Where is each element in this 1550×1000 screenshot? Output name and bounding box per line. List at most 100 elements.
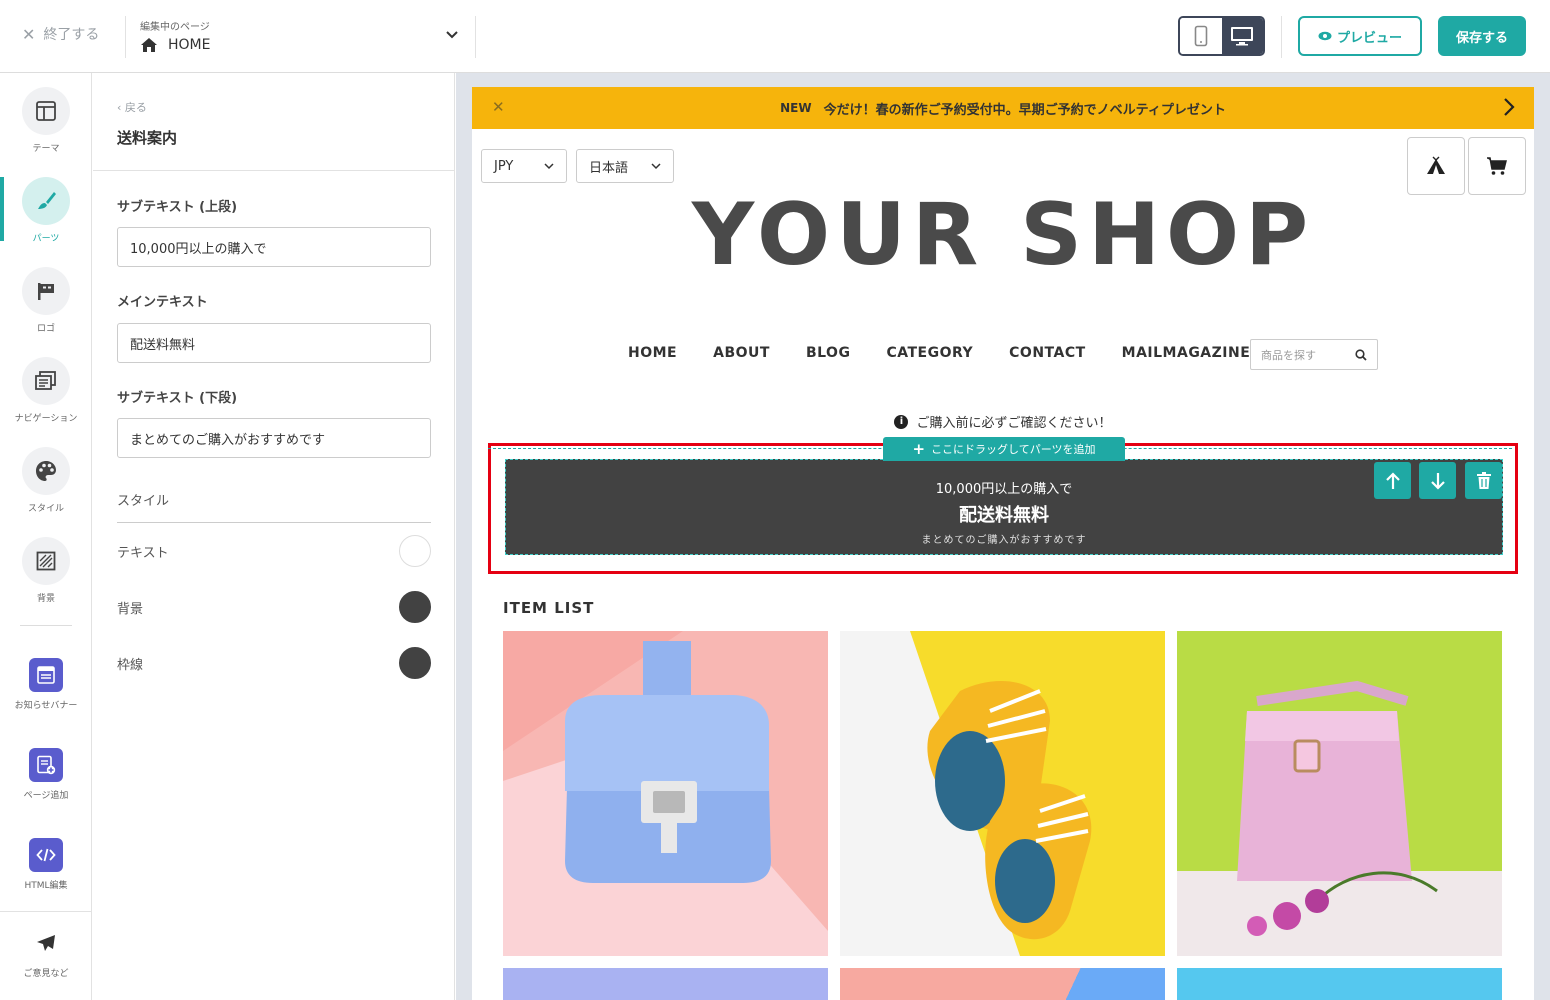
rail-item-label: ロゴ <box>36 324 55 334</box>
product-card-row2-2[interactable] <box>840 968 1165 1000</box>
chevron-down-icon <box>446 31 458 39</box>
shop-logo[interactable]: YOUR SHOP <box>472 185 1534 285</box>
rail-item-label: テーマ <box>32 144 60 154</box>
search-icon[interactable] <box>1355 348 1367 361</box>
nav-item-home[interactable]: HOME <box>628 345 677 361</box>
drop-zone-text: ここにドラッグしてパーツを追加 <box>931 443 1096 456</box>
close-icon[interactable]: ✕ <box>492 98 505 116</box>
rail-item-background[interactable]: 背景 <box>0 537 92 617</box>
rail-item-logo[interactable]: ロゴ <box>0 267 92 347</box>
notice-text: ご購入前に必ずご確認ください！ <box>916 416 1112 431</box>
nav-item-blog[interactable]: BLOG <box>806 345 851 361</box>
mobile-icon <box>1194 25 1208 47</box>
exit-button[interactable]: ✕ 終了する <box>22 24 99 44</box>
divider <box>1281 16 1282 58</box>
product-card-sneakers[interactable] <box>840 631 1165 956</box>
device-toggle <box>1178 16 1265 56</box>
text-color-swatch[interactable] <box>399 535 431 567</box>
mobile-view-button[interactable] <box>1180 18 1222 54</box>
nav-item-about[interactable]: ABOUT <box>713 345 770 361</box>
sub-text-top-input[interactable]: 10,000円以上の購入で <box>117 227 431 267</box>
close-icon: ✕ <box>22 24 36 44</box>
preview-canvas: ✕ NEW 今だけ！春の新作ご予約受付中。早期ご予約でノベルティプレゼント JP… <box>456 73 1550 1000</box>
rail-item-label: パーツ <box>32 234 60 244</box>
product-card-bag-blue[interactable] <box>503 631 828 956</box>
field-label-sub-top: サブテキスト (上段) <box>117 200 238 215</box>
feedback-label: ご意見など <box>23 969 69 979</box>
site-search-input[interactable]: 商品を探す <box>1250 339 1378 370</box>
product-card-bag-pink[interactable] <box>1177 631 1502 956</box>
rail-item-theme[interactable]: テーマ <box>0 87 92 167</box>
delete-button[interactable] <box>1465 462 1502 499</box>
preview-button[interactable]: プレビュー <box>1298 16 1422 56</box>
chevron-right-icon[interactable] <box>1502 96 1516 118</box>
rail-item-add-page[interactable]: ページ追加 <box>0 741 92 821</box>
rail-item-notice-banner[interactable]: お知らせバナー <box>0 651 92 731</box>
code-icon <box>36 848 56 862</box>
rail-item-style[interactable]: スタイル <box>0 447 92 527</box>
rail-item-label: スタイル <box>27 504 64 514</box>
rail-item-navigation[interactable]: ナビゲーション <box>0 357 92 437</box>
top-bar: ✕ 終了する 編集中のページ HOME プレビュー 保存する <box>0 0 1550 73</box>
color-label: テキスト <box>117 545 169 561</box>
currency-select[interactable]: JPY <box>481 149 567 183</box>
product-card-row2-3[interactable] <box>1177 968 1502 1000</box>
drop-zone-bar[interactable]: + ここにドラッグしてパーツを追加 <box>883 437 1125 461</box>
main-text-input[interactable]: 配送料無料 <box>117 323 431 363</box>
search-placeholder: 商品を探す <box>1261 348 1316 362</box>
cart-icon <box>1487 157 1507 175</box>
item-list-title: ITEM LIST <box>503 599 595 617</box>
left-rail: テーマ パーツ ロゴ ナビゲーション スタイル 背景 お知らせバナー ページ追加… <box>0 73 92 1000</box>
currency-value: JPY <box>494 158 514 174</box>
color-label: 背景 <box>117 601 144 617</box>
page-selector-value: HOME <box>168 37 211 53</box>
notice-line: i ご購入前に必ずご確認ください！ <box>472 412 1534 431</box>
nav-item-contact[interactable]: CONTACT <box>1009 345 1086 361</box>
divider <box>117 522 431 523</box>
add-page-icon <box>37 755 56 775</box>
pattern-icon <box>36 551 56 571</box>
shipping-sub-bottom: まとめてのご購入がおすすめです <box>921 535 1087 546</box>
plus-icon: + <box>912 440 926 458</box>
paper-plane-icon <box>37 935 55 951</box>
rail-item-html-edit[interactable]: HTML編集 <box>0 831 92 911</box>
nav-item-mailmagazine[interactable]: MAILMAGAZINE <box>1122 345 1251 361</box>
product-card-row2-1[interactable] <box>503 968 828 1000</box>
announcement-bar[interactable]: ✕ NEW 今だけ！春の新作ご予約受付中。早期ご予約でノベルティプレゼント <box>472 87 1534 129</box>
selected-section-frame[interactable]: 10,000円以上の購入で 配送料無料 まとめてのご購入がおすすめです <box>488 443 1518 574</box>
product-image-sneakers <box>840 631 1165 956</box>
divider <box>475 16 476 58</box>
move-up-button[interactable] <box>1374 462 1411 499</box>
product-image-blue-bag <box>503 631 828 956</box>
border-color-swatch[interactable] <box>399 647 431 679</box>
arrow-down-icon <box>1430 472 1445 490</box>
banner-icon <box>37 666 55 684</box>
tent-icon <box>1427 156 1445 174</box>
preview-label: プレビュー <box>1336 30 1402 46</box>
back-link[interactable]: ‹ 戻る <box>117 99 454 115</box>
rail-item-label: ページ追加 <box>23 791 69 801</box>
language-select[interactable]: 日本語 <box>576 149 674 183</box>
rail-item-label: 背景 <box>36 594 55 604</box>
chevron-down-icon <box>544 162 554 169</box>
page-selector[interactable]: 編集中のページ HOME <box>140 18 465 58</box>
shipping-banner[interactable]: 10,000円以上の購入で 配送料無料 まとめてのご購入がおすすめです <box>505 459 1503 555</box>
panel-header: ‹ 戻る 送料案内 <box>93 73 454 171</box>
move-down-button[interactable] <box>1419 462 1456 499</box>
page-selector-caption: 編集中のページ <box>140 22 210 33</box>
background-color-swatch[interactable] <box>399 591 431 623</box>
flag-icon <box>38 283 54 300</box>
rail-item-label: お知らせバナー <box>14 701 78 711</box>
desktop-view-button[interactable] <box>1221 18 1263 54</box>
panel-title: 送料案内 <box>117 129 178 147</box>
product-image-pink-bag <box>1177 631 1502 956</box>
save-button[interactable]: 保存する <box>1438 16 1526 56</box>
color-row-background: 背景 <box>117 590 431 624</box>
desktop-icon <box>1231 27 1254 46</box>
home-icon <box>141 38 157 52</box>
nav-item-category[interactable]: CATEGORY <box>886 345 973 361</box>
sub-text-bottom-input[interactable]: まとめてのご購入がおすすめです <box>117 418 431 458</box>
feedback-button[interactable]: ご意見など <box>0 911 92 1000</box>
rail-item-parts[interactable]: パーツ <box>0 177 92 257</box>
layout-icon <box>36 101 56 121</box>
